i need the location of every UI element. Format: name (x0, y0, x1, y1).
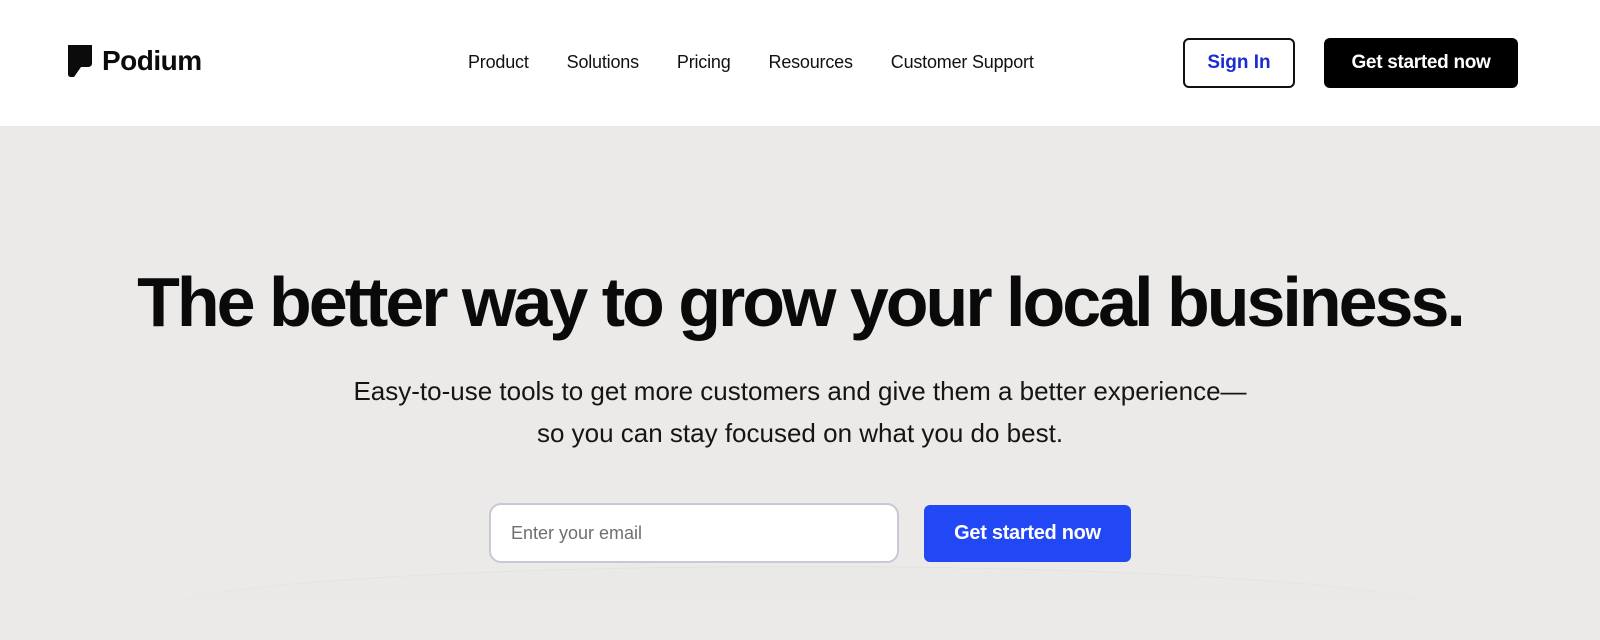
hero-background-arc (160, 566, 1440, 640)
nav-item-solutions[interactable]: Solutions (567, 52, 639, 73)
nav-item-resources[interactable]: Resources (769, 52, 853, 73)
podium-logo-icon (68, 45, 92, 77)
hero-subtitle-line-2: so you can stay focused on what you do b… (536, 418, 1064, 448)
nav-item-pricing[interactable]: Pricing (677, 52, 731, 73)
hero-headline: The better way to grow your local busine… (137, 263, 1466, 341)
hero-subtitle: Easy-to-use tools to get more customers … (0, 370, 1600, 454)
header-get-started-button[interactable]: Get started now (1324, 38, 1518, 88)
hero-get-started-button[interactable]: Get started now (924, 505, 1131, 562)
sign-in-button[interactable]: Sign In (1183, 38, 1295, 88)
hero-section: The better way to grow your local busine… (0, 126, 1600, 640)
brand-name: Podium (102, 45, 202, 76)
podium-logo[interactable]: Podium (68, 45, 202, 77)
hero-subtitle-line-1: Easy-to-use tools to get more customers … (353, 376, 1247, 406)
nav-item-customer-support[interactable]: Customer Support (891, 52, 1034, 73)
site-header: Podium Product Solutions Pricing Resourc… (0, 0, 1600, 126)
nav-item-product[interactable]: Product (468, 52, 529, 73)
main-nav: Product Solutions Pricing Resources Cust… (468, 52, 1034, 73)
email-input[interactable] (489, 503, 899, 563)
